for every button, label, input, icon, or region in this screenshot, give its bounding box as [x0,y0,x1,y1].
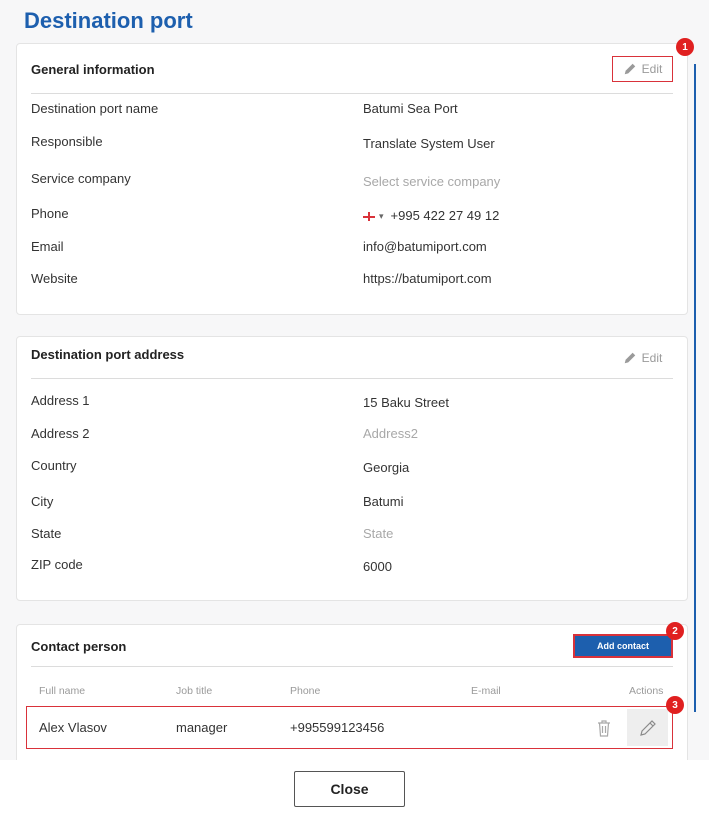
zip-label: ZIP code [31,557,83,572]
address-header: Destination port address Edit [31,337,673,379]
city-label: City [31,494,54,509]
general-edit-label: Edit [641,62,663,76]
pencil-icon [624,352,635,364]
responsible-label: Responsible [31,134,103,149]
address1-label: Address 1 [31,393,90,408]
state-value: State [363,526,394,541]
city-value: Batumi [363,494,404,509]
column-phone: Phone [290,685,321,697]
phone-value: +995 422 27 49 12 [390,208,500,223]
contact-title: Contact person [31,639,127,654]
contact-full-name: Alex Vlasov [39,720,107,735]
general-info-title: General information [31,62,155,77]
port-name-value: Batumi Sea Port [363,101,458,116]
phone-field: ▾ +995 422 27 49 12 [363,208,499,223]
pencil-icon [639,719,656,736]
step-badge-2: 2 [666,622,684,640]
email-value: info@batumiport.com [363,239,487,254]
column-email: E-mail [471,685,501,697]
trash-icon[interactable] [595,718,613,738]
phone-country-dropdown-icon: ▾ [379,211,384,222]
address-edit-button[interactable]: Edit [612,345,673,371]
country-label: Country [31,458,77,473]
general-info-header: General information Edit [31,44,673,94]
step-badge-1: 1 [676,38,694,56]
georgia-flag-icon [363,212,375,222]
address-edit-label: Edit [641,351,663,365]
general-info-card: General information Edit Destination por… [16,43,688,315]
close-button[interactable]: Close [294,771,405,807]
email-label: Email [31,239,64,254]
add-contact-button[interactable]: Add contact [573,634,673,658]
port-name-label: Destination port name [31,101,159,116]
address-title: Destination port address [31,347,185,362]
address2-label: Address 2 [31,426,90,441]
step-badge-3: 3 [666,696,684,714]
country-value: Georgia [363,460,410,475]
column-full-name: Full name [39,685,86,697]
page-title: Destination port [24,8,193,33]
column-job-title: Job title [176,685,213,697]
service-company-label: Service company [31,171,131,186]
edit-contact-button[interactable] [627,709,668,746]
address2-value: Address2 [363,426,418,441]
scroll-indicator[interactable] [694,64,696,712]
general-edit-button[interactable]: Edit [612,56,673,82]
zip-value: 6000 [363,559,392,574]
responsible-value: Translate System User [363,136,495,151]
address1-value: 15 Baku Street [363,395,449,410]
table-row[interactable]: Alex Vlasov manager +995599123456 [26,706,673,749]
service-company-value: Select service company [363,174,501,189]
phone-label: Phone [31,206,69,221]
column-actions: Actions [629,685,664,697]
website-label: Website [31,271,78,286]
contact-phone: +995599123456 [290,720,385,735]
state-label: State [31,526,62,541]
website-value: https://batumiport.com [363,271,492,286]
contact-job-title: manager [176,720,228,735]
address-card: Destination port address Edit Address 1 1… [16,336,688,601]
pencil-icon [624,63,635,75]
